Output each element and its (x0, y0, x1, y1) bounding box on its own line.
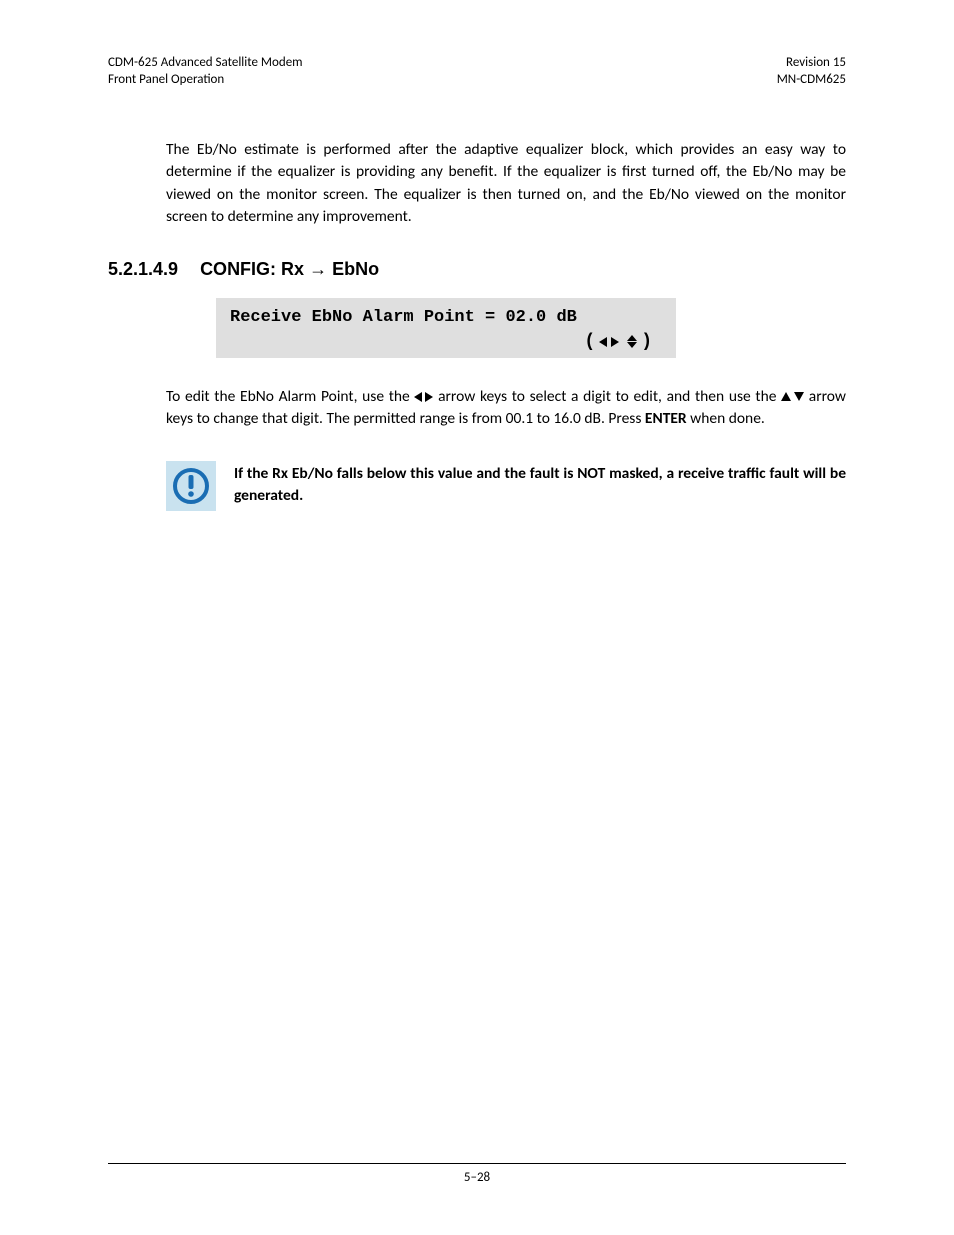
section-title-suffix: EbNo (327, 259, 379, 279)
header-product: CDM-625 Advanced Satellite Modem (108, 55, 303, 72)
alert-icon (166, 461, 216, 511)
header-right: Revision 15 MN-CDM625 (777, 55, 846, 89)
page-content: The Eb/No estimate is performed after th… (108, 139, 846, 1163)
instruction-paragraph: To edit the EbNo Alarm Point, use the ar… (166, 386, 846, 431)
note-text: If the Rx Eb/No falls below this value a… (234, 461, 846, 508)
instruction-part1: To edit the EbNo Alarm Point, use the (166, 387, 414, 406)
lcd-line-2: ( ) (230, 331, 662, 352)
up-down-arrows-icon (781, 392, 804, 401)
lcd-display: Receive EbNo Alarm Point = 02.0 dB ( ) (216, 298, 676, 358)
header-section: Front Panel Operation (108, 72, 303, 89)
header-doc-id: MN-CDM625 (777, 72, 846, 89)
section-number: 5.2.1.4.9 (108, 259, 178, 280)
enter-key-label: ENTER (645, 409, 687, 428)
instruction-part4: when done. (687, 409, 765, 428)
lcd-line-1: Receive EbNo Alarm Point = 02.0 dB (230, 308, 662, 327)
left-right-arrows-icon (414, 392, 433, 402)
intro-paragraph: The Eb/No estimate is performed after th… (166, 139, 846, 229)
section-heading: 5.2.1.4.9 CONFIG: Rx → EbNo (108, 259, 846, 280)
header-left: CDM-625 Advanced Satellite Modem Front P… (108, 55, 303, 89)
arrow-right-icon (611, 337, 619, 347)
arrow-left-icon (599, 337, 607, 347)
page-footer: 5–28 (108, 1163, 846, 1185)
paren-open: ( (584, 332, 595, 352)
page-number: 5–28 (464, 1170, 490, 1185)
note-block: If the Rx Eb/No falls below this value a… (166, 461, 846, 511)
page-header: CDM-625 Advanced Satellite Modem Front P… (108, 55, 846, 89)
instruction-part2: arrow keys to select a digit to edit, an… (433, 387, 781, 406)
section-title-prefix: CONFIG: Rx (200, 259, 309, 279)
arrow-updown-icon (627, 335, 637, 348)
paren-close: ) (641, 332, 652, 352)
arrow-right-icon: → (309, 259, 327, 279)
header-revision: Revision 15 (777, 55, 846, 72)
